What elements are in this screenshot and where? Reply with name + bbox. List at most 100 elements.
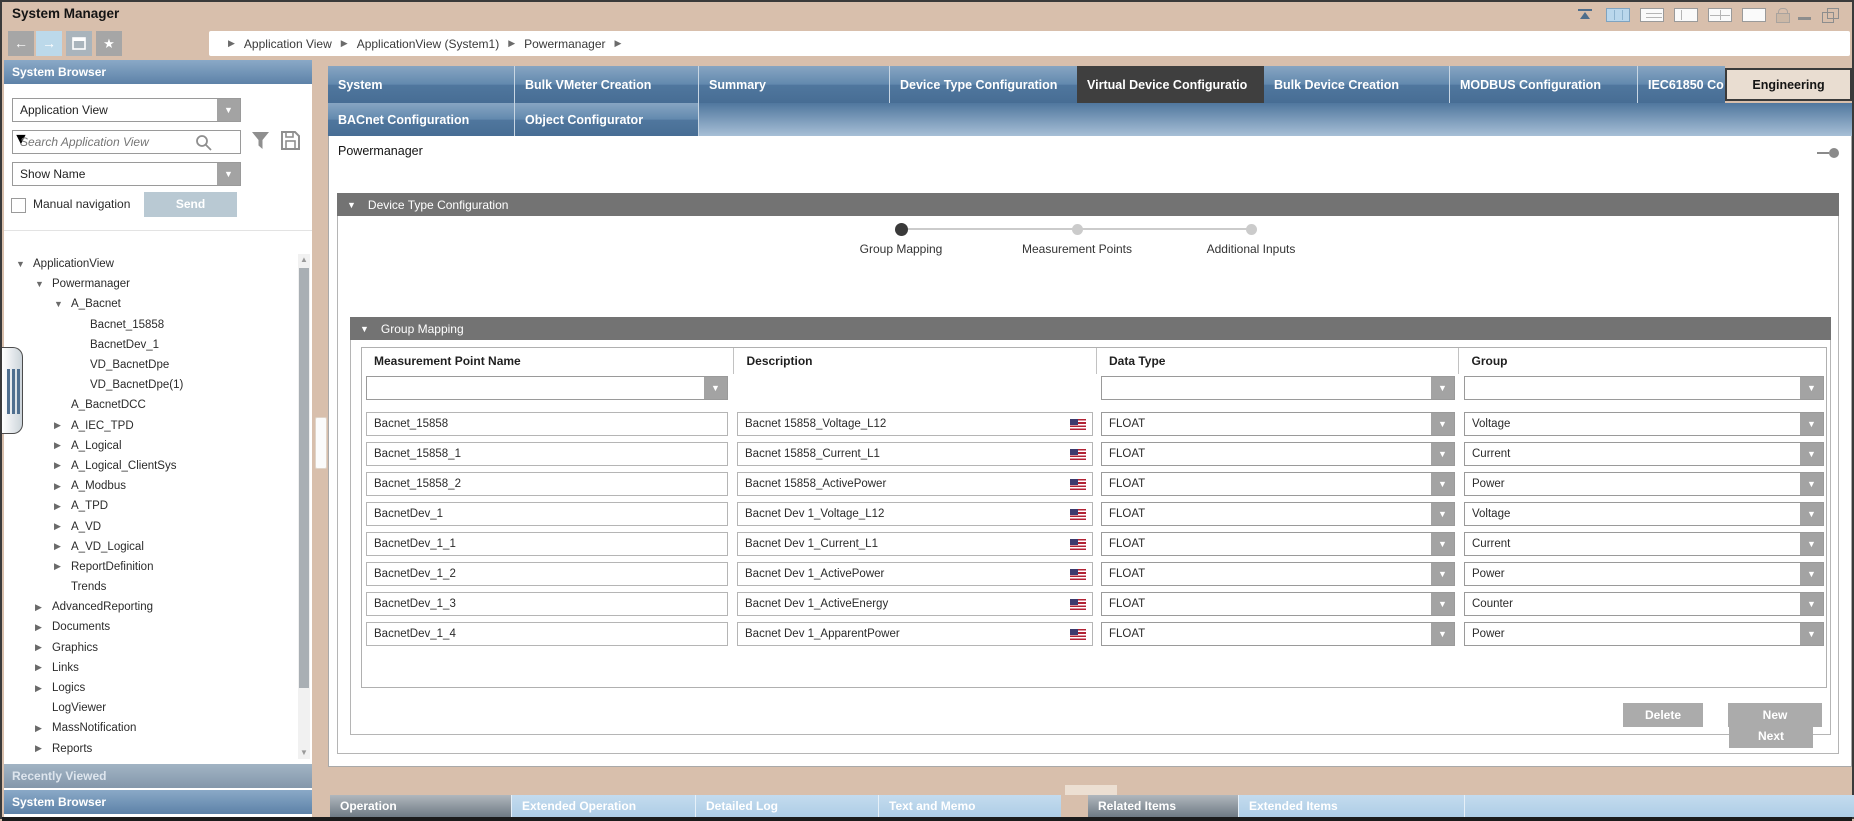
tree-item[interactable]: ▶AdvancedReporting	[4, 597, 296, 617]
expand-icon[interactable]: ▶	[35, 602, 52, 613]
group-select[interactable]: Power▼	[1464, 472, 1824, 496]
device-type-configuration-header[interactable]: ▼ Device Type Configuration	[337, 193, 1839, 216]
data-type-filter-select[interactable]: ▼	[1101, 376, 1455, 400]
column-header-description[interactable]: Description	[733, 348, 1096, 374]
group-select[interactable]: Voltage▼	[1464, 502, 1824, 526]
pin-icon[interactable]	[1817, 148, 1839, 158]
tree-item[interactable]: ▶A_VD	[4, 516, 296, 536]
data-type-select[interactable]: FLOAT▼	[1101, 412, 1455, 436]
description-cell[interactable]: Bacnet Dev 1_ApparentPower	[737, 622, 1093, 646]
tab-detailed-log[interactable]: Detailed Log	[695, 795, 878, 817]
chevron-down-icon[interactable]: ▼	[217, 163, 240, 185]
tree-item[interactable]: ▶A_TPD	[4, 496, 296, 516]
system-browser-bar[interactable]: System Browser	[4, 790, 312, 814]
tree-item[interactable]: ▶A_Logical_ClientSys	[4, 456, 296, 476]
measurement-point-name-cell[interactable]: BacnetDev_1_1	[366, 532, 728, 556]
next-button[interactable]: Next	[1729, 724, 1813, 748]
expand-icon[interactable]: ▶	[35, 662, 52, 673]
tree-item[interactable]: LogViewer	[4, 698, 296, 718]
group-select[interactable]: Power▼	[1464, 622, 1824, 646]
breadcrumb-item[interactable]: ApplicationView (System1)	[357, 37, 500, 51]
expand-icon[interactable]: ▶	[54, 501, 71, 512]
expand-icon[interactable]: ▼	[54, 299, 71, 309]
tree-item[interactable]: ▶A_Modbus	[4, 476, 296, 496]
data-type-select[interactable]: FLOAT▼	[1101, 532, 1455, 556]
group-select[interactable]: Voltage▼	[1464, 412, 1824, 436]
search-input[interactable]	[13, 131, 191, 153]
expand-icon[interactable]: ▶	[54, 440, 71, 451]
measurement-point-name-cell[interactable]: Bacnet_15858_2	[366, 472, 728, 496]
column-header-group[interactable]: Group	[1458, 348, 1826, 374]
name-filter-select[interactable]: ▼	[366, 376, 728, 400]
forward-button[interactable]: →	[36, 31, 62, 56]
tree-item[interactable]: ▶Logics	[4, 678, 296, 698]
description-cell[interactable]: Bacnet Dev 1_Voltage_L12	[737, 502, 1093, 526]
step-dot-group-mapping[interactable]	[895, 223, 908, 236]
tree-item[interactable]: ▼A_Bacnet	[4, 294, 296, 314]
history-icon[interactable]	[66, 31, 92, 56]
measurement-point-name-cell[interactable]: BacnetDev_1_4	[366, 622, 728, 646]
tree-item[interactable]: ▶Links	[4, 658, 296, 678]
expand-icon[interactable]: ▶	[35, 642, 52, 653]
tab-extended-items[interactable]: Extended Items	[1238, 795, 1464, 817]
delete-button[interactable]: Delete	[1623, 703, 1703, 727]
save-icon[interactable]	[280, 130, 301, 151]
favorite-star-icon[interactable]: ★	[96, 31, 122, 56]
tree-item[interactable]: VD_BacnetDpe	[4, 355, 296, 375]
step-dot-measurement-points[interactable]	[1072, 224, 1083, 235]
tab-extended-operation[interactable]: Extended Operation	[511, 795, 695, 817]
tab-text-and-memo[interactable]: Text and Memo	[878, 795, 1061, 817]
tree-scrollbar[interactable]: ▲ ▼	[298, 254, 310, 759]
data-type-select[interactable]: FLOAT▼	[1101, 562, 1455, 586]
data-type-select[interactable]: FLOAT▼	[1101, 442, 1455, 466]
layout-rows-icon[interactable]	[1640, 8, 1664, 22]
column-header-measurement-point-name[interactable]: Measurement Point Name	[362, 348, 733, 374]
tree-item[interactable]: BacnetDev_1	[4, 335, 296, 355]
manual-navigation-checkbox[interactable]	[11, 198, 26, 213]
column-header-data-type[interactable]: Data Type	[1096, 348, 1459, 374]
tab-related-items[interactable]: Related Items	[1088, 795, 1238, 817]
tab-summary[interactable]: Summary	[698, 66, 889, 103]
expand-icon[interactable]: ▶	[35, 622, 52, 633]
tree-item[interactable]: ▼ApplicationView	[4, 254, 296, 274]
view-select[interactable]: Application View ▼	[12, 98, 241, 122]
tree-item[interactable]: ▶ReportDefinition	[4, 557, 296, 577]
display-mode-select[interactable]: Show Name ▼	[12, 162, 241, 186]
expand-icon[interactable]: ▼	[16, 259, 33, 269]
panel-flyout-grip[interactable]	[2, 347, 23, 434]
scroll-down-icon[interactable]: ▼	[298, 747, 310, 759]
measurement-point-name-cell[interactable]: BacnetDev_1_2	[366, 562, 728, 586]
tab-bulk-vmeter-creation[interactable]: Bulk VMeter Creation	[514, 66, 698, 103]
data-type-select[interactable]: FLOAT▼	[1101, 592, 1455, 616]
expand-icon[interactable]: ▶	[35, 723, 52, 734]
expand-icon[interactable]: ▶	[54, 420, 71, 431]
back-button[interactable]: ←	[8, 31, 34, 56]
description-cell[interactable]: Bacnet Dev 1_ActiveEnergy	[737, 592, 1093, 616]
expand-icon[interactable]: ▶	[35, 683, 52, 694]
tab-system[interactable]: System	[328, 66, 514, 103]
description-cell[interactable]: Bacnet 15858_ActivePower	[737, 472, 1093, 496]
tab-modbus-configuration[interactable]: MODBUS Configuration	[1449, 66, 1637, 103]
group-select[interactable]: Power▼	[1464, 562, 1824, 586]
lock-icon[interactable]	[1776, 8, 1788, 22]
layout-columns-icon[interactable]	[1606, 8, 1630, 22]
tab-bacnet-configuration[interactable]: BACnet Configuration	[328, 103, 514, 136]
group-select[interactable]: Counter▼	[1464, 592, 1824, 616]
tab-object-configurator[interactable]: Object Configurator	[514, 103, 698, 136]
breadcrumb-item[interactable]: Application View	[244, 37, 332, 51]
expand-icon[interactable]: ▶	[35, 743, 52, 754]
send-button[interactable]: Send	[144, 192, 237, 217]
measurement-point-name-cell[interactable]: Bacnet_15858_1	[366, 442, 728, 466]
tree-item[interactable]: ▼Powermanager	[4, 274, 296, 294]
group-select[interactable]: Current▼	[1464, 442, 1824, 466]
search-icon[interactable]	[195, 134, 212, 151]
tree-item[interactable]: ▶Reports	[4, 739, 296, 759]
tab-operation[interactable]: Operation	[330, 795, 511, 817]
expand-icon[interactable]: ▶	[54, 521, 71, 532]
panel-splitter-handle[interactable]	[315, 417, 327, 469]
measurement-point-name-cell[interactable]: BacnetDev_1_3	[366, 592, 728, 616]
layout-single-icon[interactable]	[1742, 8, 1766, 22]
engineering-mode-button[interactable]: Engineering	[1725, 68, 1852, 101]
breadcrumb-item[interactable]: Powermanager	[524, 37, 605, 51]
data-type-select[interactable]: FLOAT▼	[1101, 622, 1455, 646]
